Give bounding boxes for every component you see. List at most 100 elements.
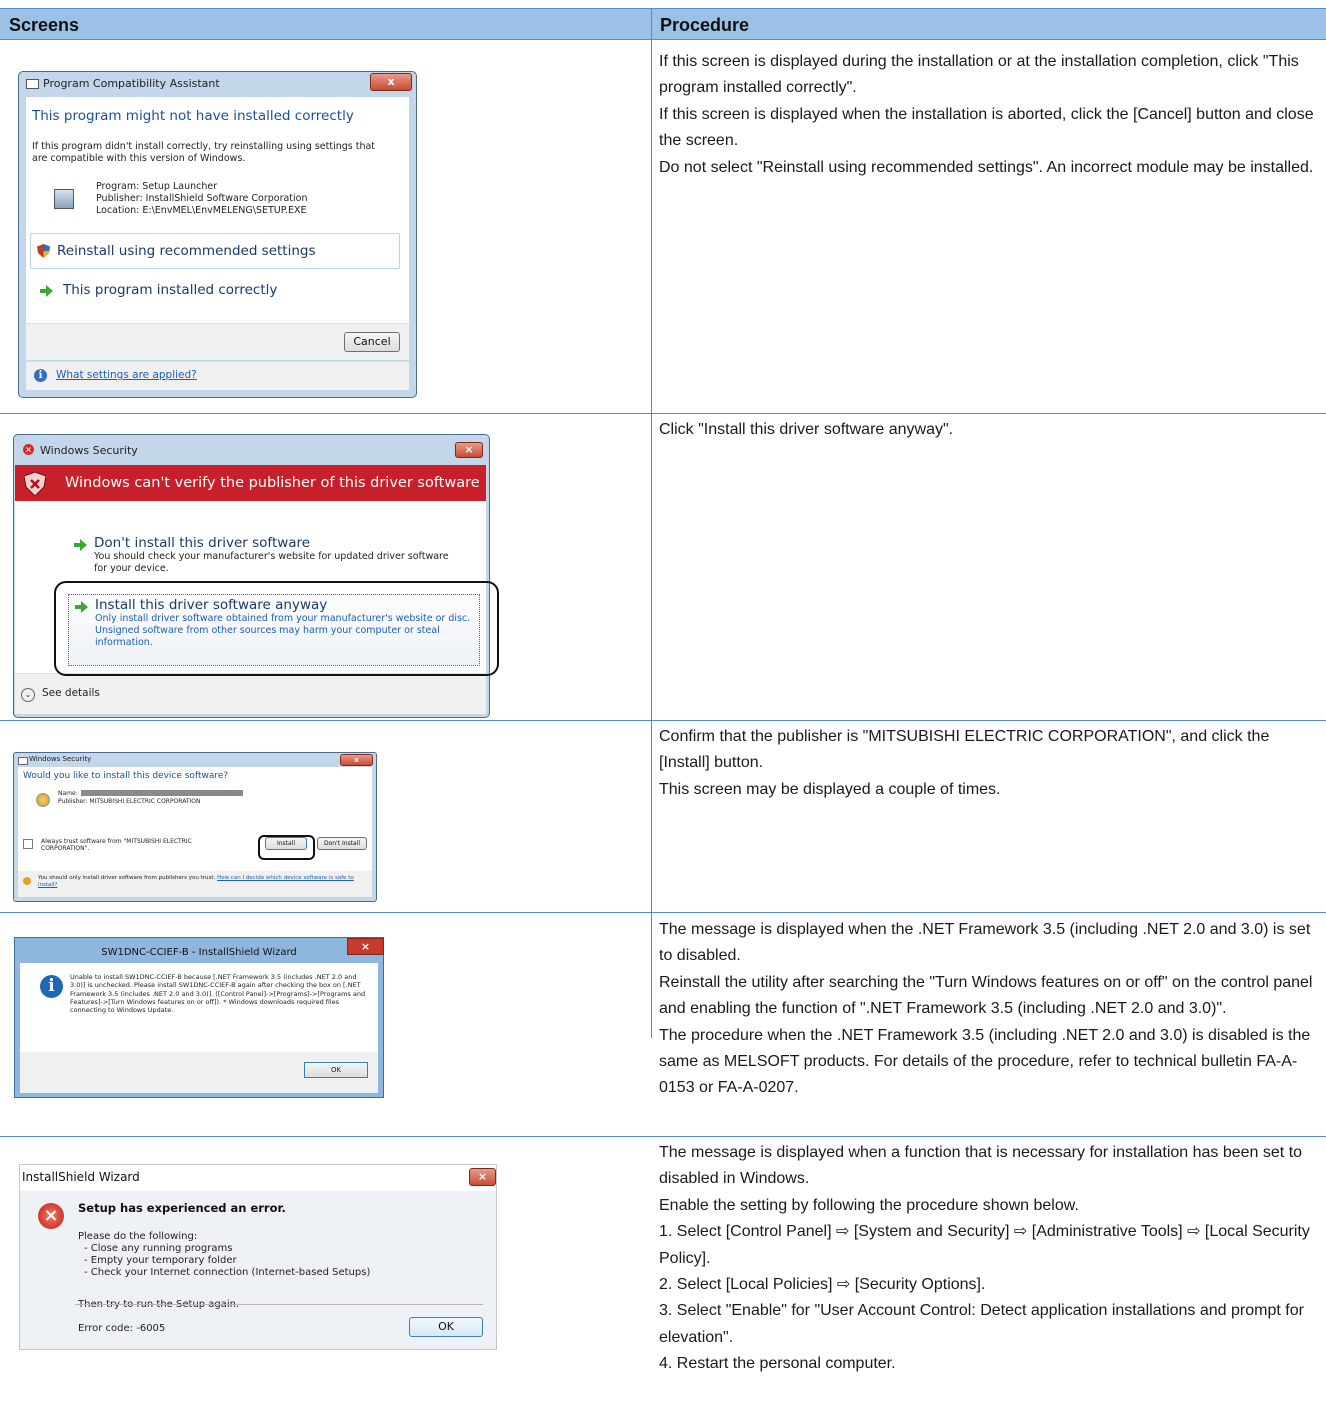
reinstall-option[interactable]: Reinstall using recommended settings: [30, 233, 400, 269]
error-heading: Setup has experienced an error.: [78, 1201, 286, 1215]
dialog-content: This program might not have installed co…: [26, 97, 409, 323]
footer-note: You should only install driver software …: [38, 875, 216, 881]
close-button[interactable]: ×: [347, 938, 384, 955]
dialog-body: If this program didn't install correctly…: [32, 141, 376, 164]
procedure-cell-3: Confirm that the publisher is "MITSUBISH…: [659, 724, 1319, 803]
dialog-heading: Would you like to install this device so…: [23, 771, 229, 781]
dialog-title: Windows Security: [40, 444, 138, 457]
footer-text: You should only install driver software …: [38, 875, 358, 889]
divider: [75, 1304, 483, 1305]
row-divider: [0, 39, 1326, 40]
dialog-title: InstallShield Wizard: [22, 1170, 140, 1184]
error-step: - Close any running programs: [84, 1243, 233, 1254]
error-step: - Empty your temporary folder: [84, 1255, 237, 1266]
installshield-error-dialog: InstallShield Wizard × × Setup has exper…: [19, 1164, 497, 1350]
publisher-text: Publisher: MITSUBISHI ELECTRIC CORPORATI…: [58, 798, 201, 805]
error-icon: ×: [38, 1203, 64, 1229]
info-icon: i: [34, 369, 47, 382]
ok-button[interactable]: OK: [304, 1062, 368, 1078]
shield-icon: [37, 244, 50, 258]
dont-install-title: Don't install this driver software: [94, 535, 311, 551]
dont-install-button[interactable]: Don't Install: [317, 837, 367, 850]
highlight-frame: [258, 835, 315, 860]
error-intro: Please do the following:: [78, 1231, 198, 1242]
procedure-cell-5: The message is displayed when a function…: [659, 1140, 1319, 1378]
procedure-text: Click "Install this driver software anyw…: [659, 421, 954, 438]
column-divider: [651, 8, 652, 1038]
security-error-icon: ×: [23, 444, 34, 455]
procedure-text: The message is displayed when the .NET F…: [659, 921, 1311, 965]
program-info: Program: Setup Launcher Publisher: Insta…: [96, 181, 308, 217]
dialog-content: i Unable to install SW1DNC-CCIEF-B becau…: [20, 963, 378, 1052]
error-code: Error code: -6005: [78, 1323, 166, 1334]
windows-security-install-dialog: Windows Security x Would you like to ins…: [13, 752, 377, 902]
dialog-message: Unable to install SW1DNC-CCIEF-B because…: [70, 973, 366, 1015]
row-divider: [0, 413, 1326, 414]
highlight-frame: [54, 581, 499, 676]
banner-heading: Windows can't verify the publisher of th…: [65, 475, 480, 491]
procedure-text: If this screen is displayed during the i…: [659, 53, 1299, 97]
procedure-text: Reinstall the utility after searching th…: [659, 973, 1313, 1018]
warning-icon: [23, 877, 31, 885]
app-icon: [18, 757, 28, 765]
info-icon: i: [40, 975, 63, 998]
procedure-text: 3. Select "Enable" for "User Account Con…: [659, 1302, 1304, 1346]
see-details-label[interactable]: See details: [42, 687, 100, 699]
procedure-text: The procedure when the .NET Framework 3.…: [659, 1026, 1311, 1097]
program-location: Location: E:\EnvMEL\EnvMELENG\SETUP.EXE: [96, 205, 307, 216]
app-icon: [26, 79, 39, 89]
cancel-button[interactable]: Cancel: [344, 332, 400, 352]
dialog-title: Program Compatibility Assistant: [43, 77, 220, 90]
close-button[interactable]: x: [340, 754, 373, 766]
chevron-down-icon[interactable]: ⌄: [21, 688, 35, 702]
always-trust-label: Always trust software from "MITSUBISHI E…: [41, 838, 192, 852]
procedure-cell-4: The message is displayed when the .NET F…: [659, 917, 1319, 1102]
dialog-title: Windows Security: [29, 755, 92, 763]
procedure-text: Do not select "Reinstall using recommend…: [659, 158, 1314, 176]
row-divider: [0, 912, 1326, 913]
footer-bar: You should only install driver software …: [18, 871, 372, 897]
warning-banner: Windows can't verify the publisher of th…: [15, 465, 486, 501]
header-procedure-label: Procedure: [660, 15, 750, 35]
name-redacted: [81, 790, 243, 796]
button-bar: Cancel: [26, 323, 409, 360]
dialog-heading: This program might not have installed co…: [32, 108, 354, 124]
help-bar: i What settings are applied?: [26, 361, 409, 390]
close-button[interactable]: ×: [455, 442, 483, 458]
device-icon: [36, 793, 50, 807]
procedure-text: 2. Select [Local Policies] ⇨ [Security O…: [659, 1276, 986, 1294]
name-label: Name:: [58, 790, 78, 797]
details-bar: ⌄ See details: [15, 673, 486, 714]
procedure-text: The message is displayed when a function…: [659, 1144, 1303, 1188]
procedure-text: Enable the setting by following the proc…: [659, 1196, 1079, 1214]
header-procedure: Procedure: [652, 8, 1326, 40]
error-step: - Check your Internet connection (Intern…: [84, 1267, 371, 1278]
installshield-net-dialog: SW1DNC-CCIEF-B - InstallShield Wizard × …: [14, 937, 384, 1098]
procedure-text: Confirm that the publisher is "MITSUBISH…: [659, 728, 1270, 772]
dialog-title: SW1DNC-CCIEF-B - InstallShield Wizard: [101, 947, 297, 958]
button-bar: OK: [20, 1052, 378, 1093]
green-arrow-icon: [40, 285, 53, 297]
row-divider: [0, 720, 1326, 721]
settings-applied-link[interactable]: What settings are applied?: [56, 369, 197, 381]
program-icon: [54, 189, 74, 209]
procedure-cell-2: Click "Install this driver software anyw…: [659, 417, 1319, 443]
installed-correctly-option[interactable]: This program installed correctly: [63, 282, 277, 298]
close-button[interactable]: x: [370, 73, 412, 91]
procedure-text: 1. Select [Control Panel] ⇨ [System and …: [659, 1223, 1310, 1267]
procedure-cell-1: If this screen is displayed during the i…: [659, 49, 1319, 181]
reinstall-label: Reinstall using recommended settings: [57, 243, 316, 259]
dont-install-option[interactable]: Don't install this driver software You s…: [94, 535, 464, 575]
row-divider: [0, 1136, 1326, 1137]
always-trust-checkbox[interactable]: [23, 839, 33, 849]
program-compatibility-dialog: Program Compatibility Assistant x This p…: [18, 71, 417, 398]
program-name: Program: Setup Launcher: [96, 181, 218, 192]
close-button[interactable]: ×: [469, 1168, 496, 1186]
shield-error-icon: [24, 472, 46, 496]
header-screens-label: Screens: [9, 15, 80, 35]
ok-button[interactable]: OK: [409, 1317, 483, 1337]
green-arrow-icon: [74, 539, 87, 551]
header-screens: Screens: [0, 8, 651, 40]
procedure-text: This screen may be displayed a couple of…: [659, 780, 1001, 798]
dont-install-desc: You should check your manufacturer's web…: [94, 551, 449, 574]
